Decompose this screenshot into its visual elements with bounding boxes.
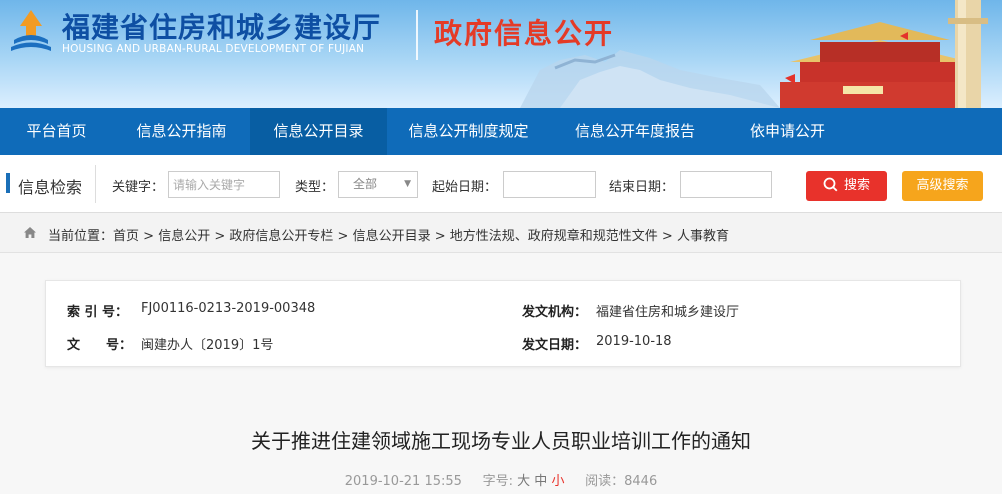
date-value: 2019-10-18 [596,334,672,349]
document-meta: 索 引 号： FJ00116-0213-2019-00348 发文机构： 福建省… [45,280,961,367]
breadcrumb-prefix: 当前位置： [48,229,114,244]
font-size-medium[interactable]: 中 [534,474,547,489]
article-page: 索 引 号： FJ00116-0213-2019-00348 发文机构： 福建省… [0,253,1002,494]
end-date-label: 结束日期： [609,180,675,195]
start-date-label: 起始日期： [432,180,498,195]
reads-count: 8446 [624,474,658,489]
issuer-value: 福建省住房和城乡建设厅 [596,305,740,320]
search-title: 信息检索 [18,178,83,197]
type-label: 类型： [295,180,335,195]
keyword-input[interactable] [168,171,280,198]
type-select-value: 全部 [353,177,378,191]
breadcrumb-gov-info[interactable]: 政府信息公开专栏 [229,229,333,244]
advanced-search-button[interactable]: 高级搜索 [902,171,983,201]
search-panel: 信息检索 关键字： 类型： 全部 ▼ 起始日期： 结束日期： 搜索 高级搜索 [0,155,1002,213]
search-icon [823,177,838,192]
search-button[interactable]: 搜索 [806,171,887,201]
breadcrumb-personnel[interactable]: 人事教育 [677,229,729,244]
breadcrumb-trail: 当前位置：首页 > 信息公开 > 政府信息公开专栏 > 信息公开目录 > 地方性… [48,225,729,244]
nav-item-regulations[interactable]: 信息公开制度规定 [387,108,550,155]
site-title: 福建省住房和城乡建设厅 [62,11,382,44]
index-label: 索 引 号： [67,305,129,320]
start-date-input[interactable] [503,171,596,198]
article-info: 2019-10-21 15:55 字号: 大 中 小 阅读：8446 [0,470,1002,489]
article-title: 关于推进住建领域施工现场专业人员职业培训工作的通知 [251,429,751,453]
breadcrumb-separator: > [430,229,450,244]
breadcrumb-separator: > [210,229,230,244]
font-size-large[interactable]: 大 [517,474,530,489]
nav-item-catalog[interactable]: 信息公开目录 [250,108,387,155]
date-label: 发文日期： [522,338,588,353]
font-size-label: 字号: [482,474,513,489]
nav-item-apply[interactable]: 依申请公开 [720,108,855,155]
end-date-input[interactable] [680,171,772,198]
main-nav: 平台首页 信息公开指南 信息公开目录 信息公开制度规定 信息公开年度报告 依申请… [0,108,1002,155]
keyword-label: 关键字： [112,180,165,195]
type-select[interactable]: 全部 ▼ [338,171,418,198]
search-button-label: 搜索 [843,178,870,193]
breadcrumb-separator: > [333,229,353,244]
publish-time: 2019-10-21 15:55 [344,474,462,489]
breadcrumb: 当前位置：首页 > 信息公开 > 政府信息公开专栏 > 信息公开目录 > 地方性… [0,213,1002,253]
docno-label: 文 号： [67,338,133,353]
site-subtitle: HOUSING AND URBAN-RURAL DEVELOPMENT OF F… [62,43,365,55]
breadcrumb-home[interactable]: 首页 [113,229,139,244]
breadcrumb-regulations[interactable]: 地方性法规、政府规章和规范性文件 [450,229,658,244]
breadcrumb-catalog[interactable]: 信息公开目录 [353,229,431,244]
home-icon [24,227,36,238]
nav-item-annual-report[interactable]: 信息公开年度报告 [550,108,720,155]
search-divider [95,165,96,203]
docno-value: 闽建办人〔2019〕1号 [141,338,274,353]
nav-item-guide[interactable]: 信息公开指南 [113,108,250,155]
index-value: FJ00116-0213-2019-00348 [141,301,316,316]
font-size-small[interactable]: 小 [551,474,564,489]
breadcrumb-separator: > [657,229,677,244]
breadcrumb-separator: > [139,229,159,244]
chevron-down-icon: ▼ [404,179,411,189]
reads-label: 阅读： [585,474,625,489]
issuer-label: 发文机构： [522,305,588,320]
header-divider [416,10,418,60]
site-logo-icon [11,10,51,51]
search-accent-bar [6,173,10,193]
nav-item-home[interactable]: 平台首页 [0,108,113,155]
breadcrumb-info-public[interactable]: 信息公开 [158,229,210,244]
site-header: 福建省住房和城乡建设厅 HOUSING AND URBAN-RURAL DEVE… [0,0,1002,108]
section-title: 政府信息公开 [434,17,615,50]
